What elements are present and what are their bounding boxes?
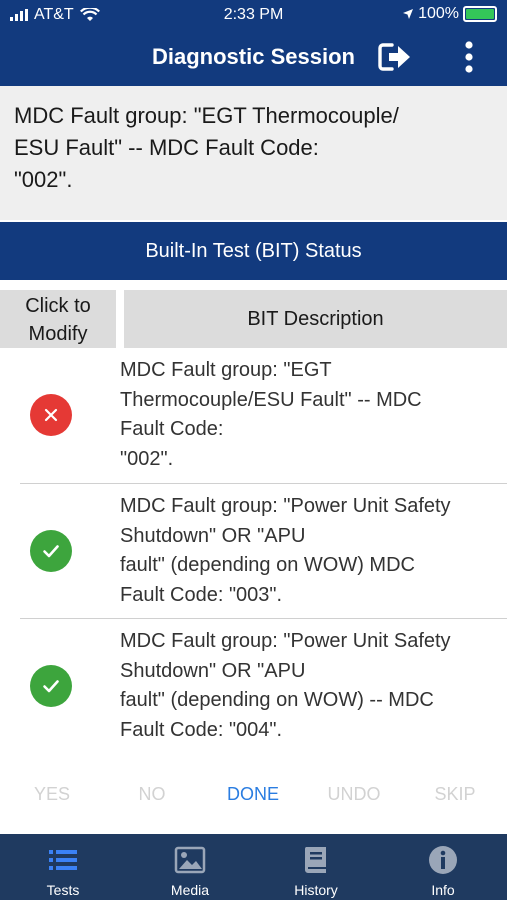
column-header-description: BIT Description <box>124 290 507 348</box>
tab-label: Info <box>431 882 455 898</box>
tab-tests[interactable]: Tests <box>0 834 126 900</box>
bit-description: MDC Fault group: "Power Unit Safety Shut… <box>120 630 451 741</box>
bit-row: MDC Fault group: "Power Unit Safety Shut… <box>0 486 507 618</box>
tab-media[interactable]: Media <box>127 834 253 900</box>
check-icon <box>43 545 59 558</box>
row-divider <box>20 618 507 619</box>
battery-icon <box>463 6 497 22</box>
check-icon <box>43 680 59 693</box>
battery-percent: 100% <box>418 5 459 22</box>
skip-button[interactable]: SKIP <box>415 784 495 805</box>
tab-label: Media <box>170 882 210 898</box>
bit-row: MDC Fault group: "EGT Thermocouple/ESU F… <box>0 350 507 482</box>
top-bar: AT&T 2:33 PM 100% Diagnostic Session <box>0 0 507 86</box>
image-icon <box>174 846 206 874</box>
tab-history[interactable]: History <box>253 834 379 900</box>
no-button[interactable]: NO <box>112 784 192 805</box>
yes-button[interactable]: YES <box>12 784 92 805</box>
list-icon <box>49 850 77 870</box>
status-toggle-button[interactable] <box>30 665 72 707</box>
status-toggle-button[interactable] <box>30 530 72 572</box>
status-toggle-button[interactable] <box>30 394 72 436</box>
tab-label: Tests <box>46 882 80 898</box>
more-vertical-icon[interactable] <box>458 40 480 74</box>
fault-banner-text: MDC Fault group: "EGT Thermocouple/ ESU … <box>14 103 399 192</box>
done-button[interactable]: DONE <box>213 784 293 805</box>
battery-fill <box>466 9 494 19</box>
bit-status-header: Built-In Test (BIT) Status <box>0 222 507 280</box>
bit-row: MDC Fault group: "Power Unit Safety Shut… <box>0 621 507 753</box>
x-icon <box>44 408 58 422</box>
tab-info[interactable]: Info <box>380 834 506 900</box>
status-right: 100% <box>402 5 497 23</box>
status-bar: AT&T 2:33 PM 100% <box>0 0 507 30</box>
page-title: Diagnostic Session <box>152 44 355 69</box>
undo-button[interactable]: UNDO <box>314 784 394 805</box>
action-bar: YES NO DONE UNDO SKIP <box>0 776 507 812</box>
bit-description: MDC Fault group: "Power Unit Safety Shut… <box>120 495 451 606</box>
info-icon <box>429 846 457 874</box>
tab-label: History <box>294 882 338 898</box>
tab-bar: Tests Media History Info <box>0 834 507 900</box>
bit-description: MDC Fault group: "EGT Thermocouple/ESU F… <box>120 359 422 470</box>
row-divider <box>20 483 507 484</box>
fault-banner: MDC Fault group: "EGT Thermocouple/ ESU … <box>0 86 507 220</box>
location-arrow-icon <box>403 9 414 19</box>
book-icon <box>304 847 326 873</box>
column-header-modify: Click to Modify <box>0 290 116 348</box>
exit-icon[interactable] <box>378 42 412 72</box>
